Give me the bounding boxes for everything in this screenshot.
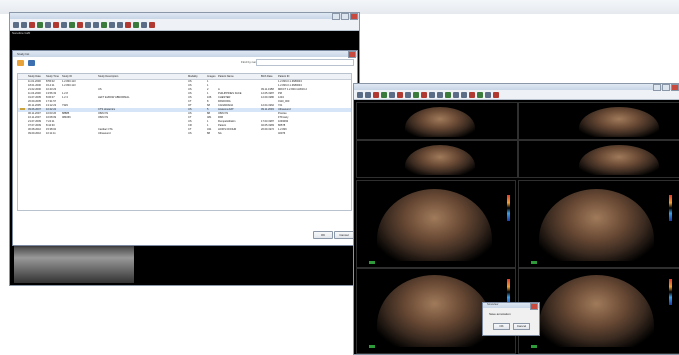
column-header[interactable]: Modality — [188, 74, 202, 79]
save-icon[interactable] — [21, 21, 27, 28]
table-cell: US — [188, 132, 192, 135]
column-header[interactable]: Study Description — [98, 74, 194, 79]
contrast-icon[interactable] — [53, 21, 59, 28]
table-cell: 09.09.2010 — [28, 132, 41, 135]
maximize-button[interactable] — [662, 84, 670, 91]
export-icon[interactable] — [477, 91, 483, 98]
ok-button[interactable]: OK — [313, 231, 333, 239]
dialog-close-button[interactable] — [348, 51, 356, 58]
confirm-dialog-titlebar: Sonoview — [483, 303, 539, 310]
left-viewer-toolbar — [10, 19, 359, 31]
overlay-line: Sonoline G20 — [12, 31, 31, 35]
zoom-icon[interactable] — [37, 21, 43, 28]
image-thumbnail — [14, 241, 134, 283]
column-header[interactable]: Patient Name — [218, 74, 252, 79]
left-window-controls — [332, 13, 358, 20]
ultrasound-pane[interactable] — [356, 180, 516, 268]
measure-icon[interactable] — [61, 21, 67, 28]
help-icon[interactable] — [493, 91, 499, 98]
cine-icon[interactable] — [117, 21, 123, 28]
dialog-controls — [348, 51, 356, 58]
close-button[interactable] — [671, 84, 679, 91]
print-icon[interactable] — [373, 91, 379, 98]
table-cell: 40076 — [278, 132, 286, 135]
check-icon[interactable] — [469, 91, 475, 98]
ultrasound-pane[interactable] — [518, 268, 679, 354]
ultrasound-pane[interactable] — [518, 180, 679, 268]
pan-icon[interactable] — [45, 21, 51, 28]
study-list-dialog: Study list Find by name: Study Date Stud… — [12, 50, 358, 246]
right-viewer-window: Sonoview Save annotation OK Cancel — [353, 83, 679, 355]
column-header[interactable]: Patient ID — [278, 74, 338, 79]
image-pane[interactable] — [518, 102, 679, 140]
confirm-message: Save annotation — [489, 312, 511, 316]
angle-icon[interactable] — [69, 21, 75, 28]
confirm-ok-button[interactable]: OK — [493, 323, 510, 330]
right-window-controls — [653, 84, 679, 91]
image-pane[interactable] — [518, 140, 679, 178]
left-overlay-info: Sonoline G20 — [12, 31, 30, 35]
grid-icon[interactable] — [101, 21, 107, 28]
right-window-titlebar — [354, 84, 679, 91]
pan-icon[interactable] — [389, 91, 395, 98]
check-icon[interactable] — [125, 21, 131, 28]
cine-icon[interactable] — [461, 91, 467, 98]
grid-icon[interactable] — [445, 91, 451, 98]
zoom-icon[interactable] — [381, 91, 387, 98]
save-icon[interactable] — [365, 91, 371, 98]
column-header[interactable]: Study ID — [62, 74, 90, 79]
flip-icon[interactable] — [93, 21, 99, 28]
confirm-dialog-controls — [530, 303, 538, 310]
image-pane[interactable] — [356, 140, 518, 178]
study-table: Study Date Study Time Study ID Study Des… — [17, 73, 352, 211]
rotate-icon[interactable] — [85, 21, 91, 28]
column-header[interactable]: Birth Date — [261, 74, 277, 79]
minimize-button[interactable] — [653, 84, 661, 91]
table-body: 11.01.2000 8:55:02 1.2.840.113 US 1 1.2.826.0… — [18, 80, 351, 136]
confirm-dialog-title: Sonoview — [487, 303, 499, 306]
flip-icon[interactable] — [437, 91, 443, 98]
table-cell: NA — [218, 132, 222, 135]
confirm-dialog: Sonoview Save annotation OK Cancel — [482, 302, 540, 336]
confirm-cancel-button[interactable]: Cancel — [513, 323, 530, 330]
measure-icon[interactable] — [405, 91, 411, 98]
column-header[interactable]: Study Date — [28, 74, 46, 79]
settings-icon[interactable] — [485, 91, 491, 98]
left-window-titlebar — [10, 13, 359, 20]
flag-icon — [20, 108, 25, 110]
print-icon[interactable] — [29, 21, 35, 28]
image-pane[interactable] — [356, 102, 518, 140]
confirm-close-button[interactable] — [530, 303, 538, 310]
right-viewer-toolbar — [354, 90, 679, 100]
contrast-icon[interactable] — [397, 91, 403, 98]
open-icon[interactable] — [13, 21, 19, 28]
layout-icon[interactable] — [109, 21, 115, 28]
find-input[interactable] — [256, 59, 354, 66]
close-button[interactable] — [350, 13, 358, 20]
column-header[interactable]: Study Time — [46, 74, 62, 79]
dialog-title: Study list — [17, 52, 30, 56]
cancel-button[interactable]: Cancel — [334, 231, 354, 239]
annotate-icon[interactable] — [77, 21, 83, 28]
export-icon[interactable] — [133, 21, 139, 28]
table-cell: Ultrasound — [98, 132, 111, 135]
layout-icon[interactable] — [453, 91, 459, 98]
folder-icon[interactable] — [17, 60, 24, 66]
table-cell: 10:11:11 — [46, 132, 56, 135]
minimize-button[interactable] — [332, 13, 340, 20]
help-icon[interactable] — [149, 21, 155, 28]
rotate-icon[interactable] — [429, 91, 435, 98]
maximize-button[interactable] — [341, 13, 349, 20]
dialog-titlebar: Study list — [13, 51, 357, 58]
thumbnail-grid — [354, 100, 679, 178]
table-row[interactable]: 09.09.2010 10:11:11 Ultrasound US 88 NA 40076 — [18, 132, 351, 136]
annotate-icon[interactable] — [421, 91, 427, 98]
settings-icon[interactable] — [141, 21, 147, 28]
ultrasound-grid: Sonoview Save annotation OK Cancel — [354, 178, 679, 354]
angle-icon[interactable] — [413, 91, 419, 98]
refresh-icon[interactable] — [28, 60, 35, 66]
open-icon[interactable] — [357, 91, 363, 98]
